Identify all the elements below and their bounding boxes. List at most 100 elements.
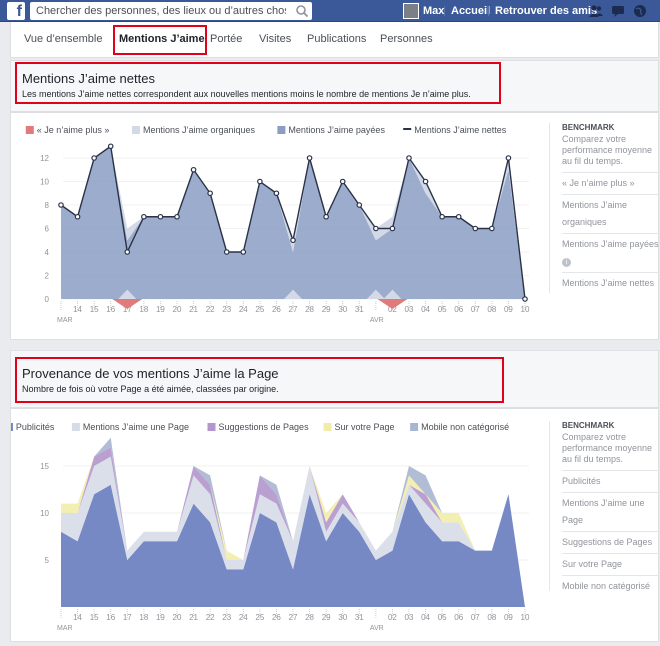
x-tick-label: 24 bbox=[239, 305, 248, 314]
x-tick-label: 10 bbox=[521, 613, 530, 622]
x-tick-label: 25 bbox=[255, 613, 264, 622]
benchmark-item[interactable]: Mentions J’aime payées i bbox=[562, 233, 660, 272]
benchmark-item[interactable]: Mentions J’aime organiques bbox=[562, 194, 660, 233]
month-label: AVR bbox=[370, 625, 384, 632]
x-tick-label: 25 bbox=[255, 305, 264, 314]
y-tick-label: 5 bbox=[45, 556, 50, 565]
x-tick-label: 09 bbox=[504, 305, 513, 314]
tab-people[interactable]: Personnes bbox=[380, 33, 433, 45]
y-tick-label: 10 bbox=[40, 509, 49, 518]
x-tick-label: 15 bbox=[90, 305, 99, 314]
x-tick-label: 08 bbox=[487, 613, 496, 622]
benchmark-item[interactable]: Suggestions de Pages bbox=[562, 531, 660, 553]
magnifier-icon[interactable] bbox=[294, 3, 310, 19]
month-label: MAR bbox=[57, 625, 73, 632]
messages-icon[interactable] bbox=[610, 3, 626, 19]
info-icon[interactable]: i bbox=[562, 258, 571, 267]
x-tick-label: 05 bbox=[438, 613, 447, 622]
net-likes-point bbox=[356, 202, 363, 208]
tab-visits[interactable]: Visites bbox=[259, 33, 291, 45]
section-subtitle: Les mentions J’aime nettes correspondent… bbox=[22, 89, 471, 99]
legend-label: Mentions J’aime payées bbox=[288, 125, 385, 135]
net-likes-point bbox=[207, 190, 213, 197]
month-label: MAR bbox=[57, 317, 73, 324]
x-tick-label: 30 bbox=[338, 305, 347, 314]
x-tick-label: 18 bbox=[139, 305, 148, 314]
search-input[interactable] bbox=[36, 2, 286, 20]
y-tick-label: 8 bbox=[45, 201, 50, 210]
net-likes-point bbox=[74, 213, 81, 220]
net-likes-point bbox=[422, 178, 429, 185]
x-tick-label: 19 bbox=[156, 305, 165, 314]
tab-overview[interactable]: Vue d’ensemble bbox=[24, 33, 102, 45]
x-tick-label: 07 bbox=[471, 613, 480, 622]
benchmark-item[interactable]: Sur votre Page bbox=[562, 553, 660, 575]
net-likes-point bbox=[58, 202, 64, 208]
benchmark-item[interactable]: Publicités bbox=[562, 470, 660, 492]
home-link[interactable]: Accueil bbox=[451, 5, 490, 17]
find-friends-link[interactable]: Retrouver des amis bbox=[495, 5, 597, 17]
x-tick-label: 22 bbox=[206, 305, 215, 314]
legend-label: Mentions J’aime nettes bbox=[414, 125, 507, 135]
net-likes-point bbox=[91, 155, 97, 161]
profile-link[interactable]: Max bbox=[423, 5, 444, 17]
benchmark-panel: BENCHMARK Comparez votre performance moy… bbox=[549, 421, 660, 591]
x-tick-label: 23 bbox=[222, 305, 231, 314]
tab-posts[interactable]: Publications bbox=[307, 33, 366, 45]
net-likes-point bbox=[406, 155, 412, 161]
x-tick-label: 04 bbox=[421, 613, 430, 622]
legend-label: Suggestions de Pages bbox=[219, 422, 310, 432]
x-tick-label: 23 bbox=[222, 613, 231, 622]
net-likes-chart: 02468101214 15 16 17 18 19 20 21 22 23 24 25 26 27 28 2… bbox=[25, 125, 530, 324]
x-tick-label: 27 bbox=[289, 305, 298, 314]
legend-label: Mentions J’aime organiques bbox=[143, 125, 256, 135]
legend-label: « Je n’aime plus » bbox=[37, 125, 110, 135]
divider bbox=[444, 6, 445, 16]
section-subtitle: Nombre de fois où votre Page a été aimée… bbox=[22, 384, 279, 394]
globe-icon[interactable] bbox=[632, 3, 648, 19]
legend-swatch bbox=[277, 126, 286, 134]
net-likes-point bbox=[505, 155, 512, 161]
x-tick-label: 14 bbox=[73, 305, 82, 314]
benchmark-item[interactable]: Mentions J’aime nettes bbox=[562, 272, 660, 294]
x-tick-label: 24 bbox=[239, 613, 248, 622]
benchmark-item[interactable]: Mobile non catégorisé bbox=[562, 575, 660, 597]
x-tick-label: 31 bbox=[355, 305, 364, 314]
divider bbox=[488, 6, 489, 16]
legend-label: Mobile non catégorisé bbox=[421, 422, 509, 432]
facebook-logo[interactable]: f bbox=[7, 2, 25, 20]
net-likes-point bbox=[157, 213, 164, 220]
x-tick-label: 31 bbox=[355, 613, 364, 622]
x-tick-label: 08 bbox=[487, 305, 496, 314]
net-likes-point bbox=[174, 213, 180, 220]
x-tick-label: 26 bbox=[272, 305, 281, 314]
net-likes-point bbox=[522, 296, 528, 302]
search-box[interactable] bbox=[30, 2, 312, 20]
x-tick-label: 21 bbox=[189, 305, 198, 314]
legend-label: Mentions J’aime une Page bbox=[83, 422, 189, 432]
legend-swatch bbox=[25, 126, 34, 134]
x-tick-label: 21 bbox=[189, 613, 198, 622]
x-tick-label: 28 bbox=[305, 613, 314, 622]
avatar[interactable] bbox=[403, 3, 419, 19]
tab-reach[interactable]: Portée bbox=[210, 33, 242, 45]
net-likes-point bbox=[389, 225, 396, 232]
unlikes-mark bbox=[112, 299, 143, 309]
benchmark-item[interactable]: Mentions J’aime une Page bbox=[562, 492, 660, 531]
net-likes-panel: 0 2 4 6 8 10 12 14 15 16 17 18 19 20 21 22 23 24 25 26 27 28 2… bbox=[10, 112, 660, 340]
benchmark-description: Comparez votre performance moyenne au fi… bbox=[562, 432, 653, 464]
net-likes-point bbox=[257, 178, 263, 185]
benchmark-item[interactable]: « Je n’aime plus » bbox=[562, 172, 660, 194]
net-likes-point bbox=[323, 213, 329, 220]
y-tick-label: 15 bbox=[40, 462, 49, 471]
legend-swatch bbox=[323, 423, 332, 431]
highlight-frame bbox=[113, 25, 207, 55]
benchmark-description: Comparez votre performance moyenne au fi… bbox=[562, 134, 653, 166]
legend-swatch bbox=[410, 423, 419, 431]
benchmark-title: BENCHMARK bbox=[562, 123, 615, 132]
net-likes-point bbox=[190, 166, 197, 173]
unlikes-mark bbox=[377, 299, 408, 309]
x-tick-label: 18 bbox=[139, 613, 148, 622]
friends-icon[interactable] bbox=[588, 3, 604, 19]
x-tick-label: 09 bbox=[504, 613, 513, 622]
